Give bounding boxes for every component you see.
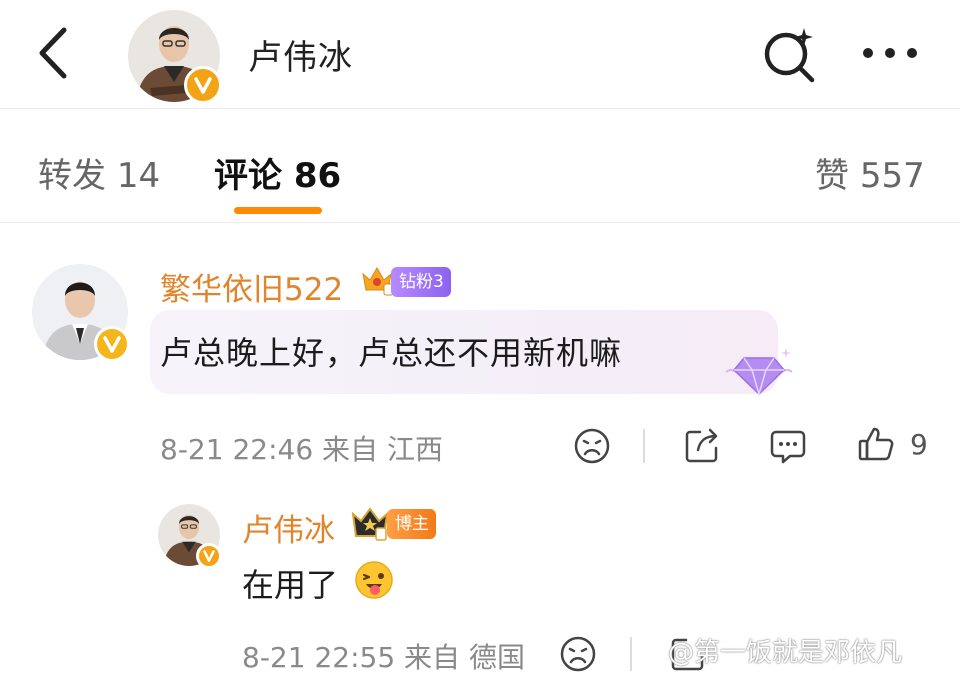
comment-from-label: 来自 xyxy=(322,433,379,466)
reply-author-name[interactable]: 卢伟冰 xyxy=(242,505,335,550)
winking-tongue-emoji xyxy=(355,561,393,599)
tab-reposts-label: 转发 xyxy=(38,156,106,196)
blogger-badge: 博主 xyxy=(387,509,436,539)
more-dots-icon xyxy=(863,48,917,58)
blogger-crown-icon xyxy=(351,507,389,541)
action-separator xyxy=(643,429,645,463)
header-username[interactable]: 卢伟冰 xyxy=(248,30,353,79)
search-button[interactable] xyxy=(760,24,820,84)
action-separator xyxy=(630,637,632,671)
like-button[interactable] xyxy=(856,424,896,464)
frown-face-icon xyxy=(560,636,596,672)
top-bar: 卢伟冰 xyxy=(0,0,960,109)
reply-from-label: 来自 xyxy=(404,641,461,674)
back-button[interactable] xyxy=(30,24,80,82)
reply-location: 德国 xyxy=(468,641,525,674)
tab-comments-label: 评论 xyxy=(214,156,282,196)
comment-bubble-icon xyxy=(770,430,806,464)
verified-badge-icon xyxy=(196,543,222,569)
reply-text: 在用了 xyxy=(242,566,339,604)
verified-badge-icon xyxy=(184,66,222,104)
comment-text: 卢总晚上好，卢总还不用新机嘛 xyxy=(160,334,623,372)
dislike-button[interactable] xyxy=(572,426,612,466)
vip-crown-icon xyxy=(362,267,394,296)
comment-time: 8-21 22:46 xyxy=(160,433,314,466)
diamond-decoration-icon xyxy=(725,348,793,397)
tab-likes-label: 赞 xyxy=(815,156,849,196)
share-icon xyxy=(685,428,718,463)
share-button[interactable] xyxy=(682,426,722,466)
chevron-left-icon xyxy=(39,27,67,79)
verified-badge-icon xyxy=(94,326,130,362)
comment-location: 江西 xyxy=(386,433,443,466)
tab-comments[interactable]: 评论 86 xyxy=(214,148,341,197)
like-count: 9 xyxy=(910,428,928,461)
active-tab-indicator xyxy=(234,207,322,214)
tab-comments-count: 86 xyxy=(293,156,342,196)
comment-button[interactable] xyxy=(768,426,808,466)
comment-meta: 8-21 22:46 来自 江西 xyxy=(160,428,443,468)
tab-reposts-count: 14 xyxy=(116,156,161,196)
tab-likes[interactable]: 赞 557 xyxy=(815,148,925,197)
thumbs-up-icon xyxy=(858,427,894,461)
watermark-text: @第一饭就是邓依凡 xyxy=(668,638,903,668)
reply-dislike-button[interactable] xyxy=(558,634,598,674)
commenter-name[interactable]: 繁华依旧522 xyxy=(160,264,343,309)
search-sparkle-icon xyxy=(764,28,815,83)
fan-level-badge: 钻粉3 xyxy=(391,267,451,297)
reply-meta: 8-21 22:55 来自 德国 xyxy=(242,636,525,676)
tab-likes-count: 557 xyxy=(859,156,925,196)
tab-reposts[interactable]: 转发 14 xyxy=(38,148,160,197)
frown-face-icon xyxy=(574,428,610,464)
tabs-divider xyxy=(0,222,960,223)
reply-time: 8-21 22:55 xyxy=(242,641,396,674)
more-button[interactable] xyxy=(858,30,922,76)
